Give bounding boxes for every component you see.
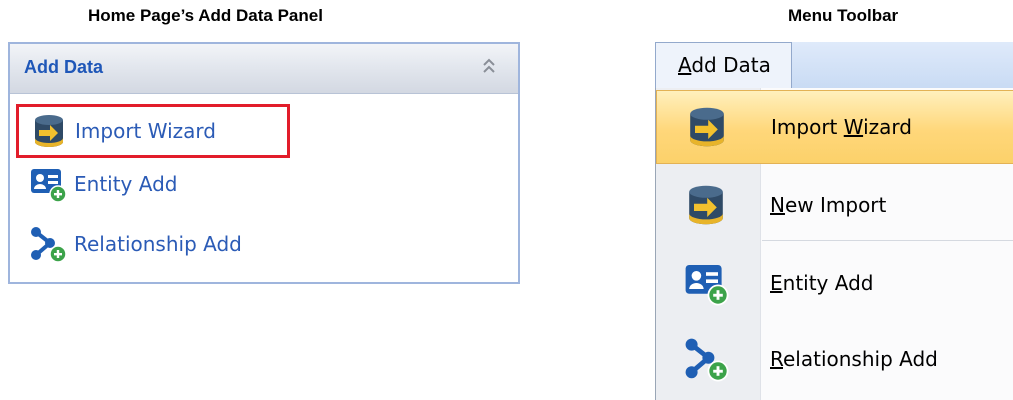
menu-item-entity-add[interactable]: Entity Add	[656, 246, 1013, 320]
entity-add-label: Entity Add	[74, 172, 178, 196]
menu-item-label: Import Wizard	[771, 115, 912, 139]
entity-card-add-icon	[31, 169, 67, 203]
add-data-dropdown-menu: Import Wizard New Import Entity Add Rela…	[655, 88, 1013, 400]
home-panel-caption: Home Page’s Add Data Panel	[88, 6, 323, 25]
import-database-icon	[689, 185, 723, 225]
double-chevron-up-icon[interactable]	[482, 56, 496, 76]
menu-toolbar: Add Data	[655, 42, 1013, 89]
import-database-icon	[690, 107, 724, 147]
add-data-panel: Add Data Import Wizard Entity Add Relati…	[8, 42, 520, 284]
relationship-add-link[interactable]: Relationship Add	[20, 222, 242, 266]
menu-item-import-wizard[interactable]: Import Wizard	[656, 90, 1013, 164]
relationship-add-label: Relationship Add	[74, 232, 242, 256]
panel-header[interactable]: Add Data	[10, 44, 518, 94]
menu-separator	[762, 240, 1013, 241]
menu-item-new-import[interactable]: New Import	[656, 168, 1013, 242]
menu-item-label: Entity Add	[770, 271, 874, 295]
import-database-icon	[35, 115, 63, 147]
entity-add-link[interactable]: Entity Add	[20, 162, 177, 206]
import-wizard-label: Import Wizard	[75, 119, 216, 143]
import-wizard-link[interactable]: Import Wizard	[16, 104, 290, 158]
panel-title: Add Data	[24, 57, 104, 77]
relationship-add-icon	[31, 227, 67, 263]
menu-tab-mnemonic: A	[678, 53, 692, 77]
menu-item-label: Relationship Add	[770, 347, 938, 371]
menu-tab-rest: dd Data	[691, 53, 771, 77]
menu-toolbar-caption: Menu Toolbar	[788, 6, 899, 25]
menu-item-label: New Import	[770, 193, 887, 217]
relationship-add-icon	[685, 338, 729, 382]
entity-card-add-icon	[685, 265, 729, 306]
menu-add-data-tab[interactable]: Add Data	[655, 42, 792, 88]
menu-item-relationship-add[interactable]: Relationship Add	[656, 322, 1013, 396]
